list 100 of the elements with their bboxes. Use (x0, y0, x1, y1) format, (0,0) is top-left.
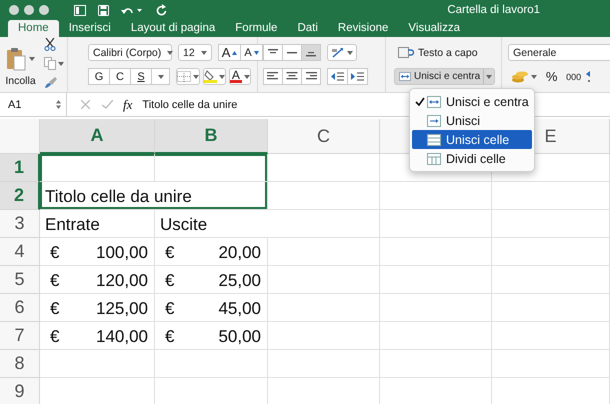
column-header[interactable]: C (268, 119, 380, 154)
redo-icon[interactable] (156, 4, 167, 16)
formula-field[interactable]: Titolo celle da unire (142, 98, 238, 110)
spreadsheet-cell[interactable]: € 100,00 (40, 238, 155, 266)
font-color-button[interactable]: A (228, 68, 251, 85)
undo-icon[interactable] (121, 5, 134, 15)
row-header[interactable]: 7 (0, 322, 40, 350)
column-header[interactable]: B (155, 119, 268, 154)
row-header[interactable]: 1 (0, 154, 40, 182)
ribbon-tab[interactable]: Inserisci (58, 20, 121, 37)
decrease-indent-button[interactable] (327, 68, 348, 85)
align-left-button[interactable] (263, 68, 283, 85)
ribbon-tab[interactable]: Layout di pagina (120, 20, 226, 37)
ribbon-tab[interactable]: Home (8, 20, 59, 37)
spreadsheet-cell[interactable] (268, 294, 380, 322)
copy-icon[interactable] (44, 57, 56, 70)
percent-button[interactable]: % (542, 68, 562, 85)
spreadsheet-cell[interactable]: € 20,00 (155, 238, 268, 266)
spreadsheet-cell[interactable] (155, 154, 268, 182)
merge-center-button[interactable]: Unisci e centra (394, 68, 496, 85)
close-window-button[interactable] (9, 5, 19, 15)
cancel-icon[interactable] (81, 100, 90, 109)
enter-icon[interactable] (102, 100, 113, 109)
number-format-field[interactable]: Generale (508, 44, 610, 61)
spreadsheet-cell[interactable] (40, 350, 155, 378)
minimize-window-button[interactable] (24, 5, 34, 15)
spreadsheet-cell[interactable] (268, 322, 380, 350)
underline-button[interactable]: S (130, 68, 152, 85)
ribbon-tab[interactable]: Revisione (328, 20, 398, 37)
spreadsheet-cell[interactable] (380, 266, 492, 294)
spreadsheet-cell[interactable] (492, 350, 610, 378)
spreadsheet-cell[interactable]: € 120,00 (40, 266, 155, 294)
borders-button[interactable] (176, 68, 200, 85)
column-header[interactable]: A (40, 119, 155, 154)
thousands-button[interactable]: 000 (563, 68, 584, 85)
spreadsheet-cell[interactable] (380, 350, 492, 378)
spreadsheet-cell[interactable]: Titolo celle da unire (40, 182, 268, 210)
spreadsheet-cell[interactable]: € 50,00 (155, 322, 268, 350)
underline-menu-button[interactable] (151, 68, 170, 85)
row-header[interactable]: 6 (0, 294, 40, 322)
ribbon-tab[interactable]: Visualizza (398, 20, 470, 37)
select-all-button[interactable] (0, 119, 40, 154)
caret-icon[interactable] (137, 8, 142, 12)
spreadsheet-cell[interactable]: € 140,00 (40, 322, 155, 350)
zoom-window-button[interactable] (39, 5, 49, 15)
spreadsheet-cell[interactable] (155, 350, 268, 378)
spreadsheet-cell[interactable] (492, 182, 610, 210)
wrap-text-icon[interactable] (398, 47, 414, 58)
align-center-button[interactable] (282, 68, 302, 85)
row-header[interactable]: 5 (0, 266, 40, 294)
cut-icon[interactable] (44, 38, 56, 51)
format-painter-icon[interactable] (44, 76, 57, 89)
row-header[interactable]: 4 (0, 238, 40, 266)
vertical-align-button[interactable] (263, 44, 283, 61)
shrink-font-button[interactable]: A (240, 44, 263, 61)
row-header[interactable]: 9 (0, 378, 40, 404)
spreadsheet-cell[interactable] (492, 266, 610, 294)
row-header[interactable]: 2 (0, 182, 40, 210)
insert-function-button[interactable]: fx (123, 96, 132, 112)
spreadsheet-cell[interactable]: Uscite (155, 210, 380, 238)
vertical-align-button[interactable] (282, 44, 302, 61)
font-name-field[interactable]: Calibri (Corpo) (88, 44, 172, 61)
name-box[interactable]: A1 (0, 93, 67, 116)
spreadsheet-cell[interactable] (268, 182, 380, 210)
spreadsheet-cell[interactable] (492, 322, 610, 350)
orientation-button[interactable] (327, 44, 357, 61)
spreadsheet-cell[interactable] (380, 294, 492, 322)
fill-color-button[interactable] (202, 68, 226, 85)
ribbon-tab[interactable]: Formule (225, 20, 288, 37)
spreadsheet-cell[interactable] (380, 322, 492, 350)
spreadsheet-cell[interactable]: € 45,00 (155, 294, 268, 322)
spreadsheet-cell[interactable] (492, 210, 610, 238)
spreadsheet-cell[interactable] (492, 238, 610, 266)
menu-item[interactable]: Unisci celle (412, 130, 532, 149)
increase-indent-button[interactable] (347, 68, 368, 85)
align-right-button[interactable] (301, 68, 321, 85)
grow-font-button[interactable]: A (218, 44, 242, 61)
spreadsheet-cell[interactable] (380, 210, 492, 238)
menu-item[interactable]: Unisci e centra (412, 92, 532, 111)
paste-icon[interactable] (6, 46, 26, 70)
bold-button[interactable]: G (88, 68, 110, 85)
spreadsheet-cell[interactable] (268, 238, 380, 266)
font-size-field[interactable]: 12 (178, 44, 212, 61)
row-header[interactable]: 3 (0, 210, 40, 238)
vertical-align-button[interactable] (301, 44, 321, 61)
spreadsheet-cell[interactable] (40, 154, 155, 182)
spreadsheet-cell[interactable] (380, 182, 492, 210)
spreadsheet-cell[interactable] (380, 238, 492, 266)
spreadsheet-cell[interactable] (268, 350, 380, 378)
spreadsheet-cell[interactable] (268, 154, 380, 182)
spreadsheet-cell[interactable] (268, 266, 380, 294)
ribbon-tab[interactable]: Dati (287, 20, 328, 37)
spreadsheet-cell[interactable] (492, 294, 610, 322)
row-header[interactable]: 8 (0, 350, 40, 378)
sidebar-icon[interactable] (74, 4, 86, 16)
italic-button[interactable]: C (109, 68, 131, 85)
save-icon[interactable] (98, 4, 109, 16)
spreadsheet-cell[interactable]: Entrate (40, 210, 155, 238)
spreadsheet-cell[interactable]: € 25,00 (155, 266, 268, 294)
wrap-text-label[interactable]: Testo a capo (418, 46, 478, 58)
